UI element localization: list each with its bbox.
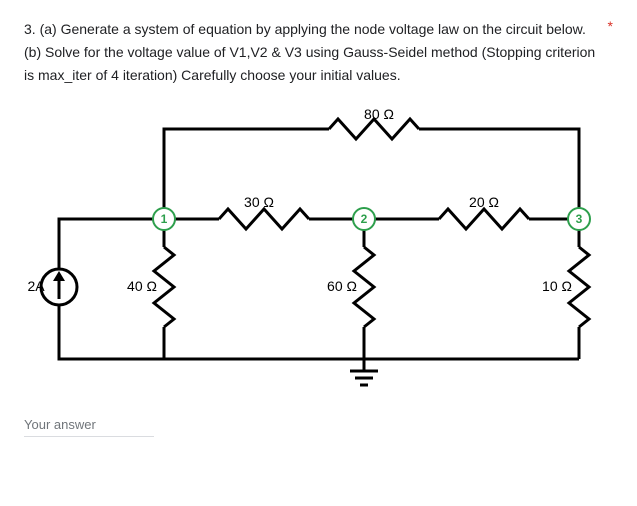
node-2-label: 2 — [361, 212, 368, 226]
r-12-label: 30 Ω — [244, 194, 274, 210]
source-label: 2A — [27, 278, 45, 294]
circuit-diagram: 80 Ω 30 Ω 20 Ω 2A 40 Ω 60 Ω 10 Ω 1 2 3 — [24, 109, 609, 399]
r-3g-label: 10 Ω — [542, 278, 572, 294]
r-1g-label: 40 Ω — [127, 278, 157, 294]
node-1-label: 1 — [161, 212, 168, 226]
required-asterisk: * — [608, 18, 613, 34]
r-23-label: 20 Ω — [469, 194, 499, 210]
question-text: 3. (a) Generate a system of equation by … — [24, 18, 598, 87]
node-3-label: 3 — [576, 212, 583, 226]
r-2g-label: 60 Ω — [327, 278, 357, 294]
answer-input[interactable]: Your answer — [24, 411, 154, 437]
r-top-label: 80 Ω — [364, 109, 394, 122]
